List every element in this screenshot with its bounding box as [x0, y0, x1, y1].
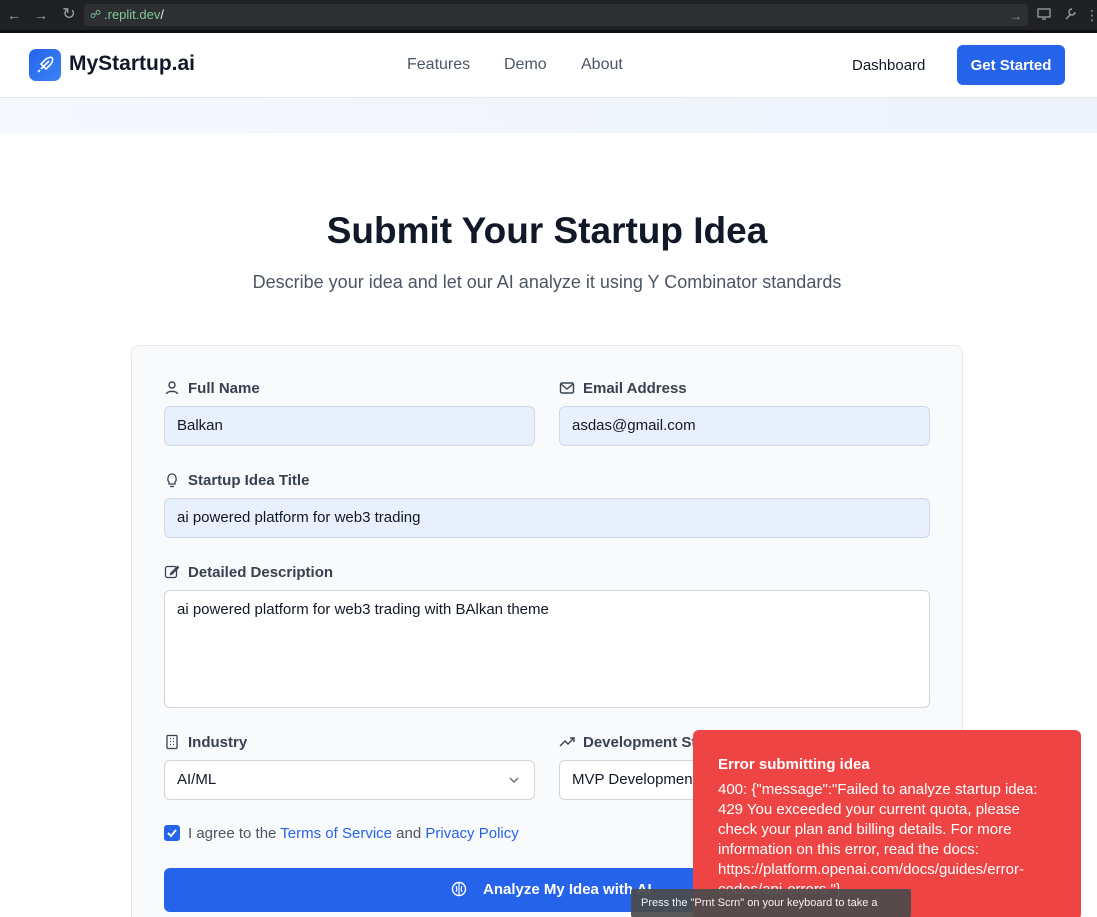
edit-icon: [164, 564, 180, 580]
nav-demo[interactable]: Demo: [504, 56, 547, 74]
page-subtitle: Describe your idea and let our AI analyz…: [252, 272, 842, 292]
description-textarea[interactable]: ai powered platform for web3 trading wit…: [164, 590, 930, 708]
get-started-button[interactable]: Get Started: [957, 45, 1065, 85]
industry-label: Industry: [188, 734, 248, 751]
privacy-link[interactable]: Privacy Policy: [425, 825, 518, 842]
site-header: MyStartup.ai Features Demo About Dashboa…: [0, 33, 1097, 98]
url-text[interactable]: .replit.dev/: [104, 7, 164, 22]
chevron-down-icon: [508, 761, 520, 814]
go-icon[interactable]: →: [1008, 8, 1024, 24]
lightbulb-icon: [164, 472, 180, 488]
reload-icon[interactable]: ↻: [61, 7, 77, 23]
industry-select[interactable]: AI/ML: [164, 760, 535, 800]
email-label: Email Address: [583, 380, 687, 397]
error-toast-message: 400: {"message":"Failed to analyze start…: [718, 781, 1038, 898]
dashboard-link[interactable]: Dashboard: [852, 57, 925, 74]
hero-band: [0, 98, 1097, 133]
trending-up-icon: [559, 734, 575, 750]
link-icon: ☍: [90, 9, 102, 21]
idea-title-label: Startup Idea Title: [188, 472, 310, 489]
terms-link[interactable]: Terms of Service: [280, 825, 392, 842]
screenshot-tooltip: Press the "Prnt Scrn" on your keyboard t…: [631, 889, 911, 917]
analyze-button-label: Analyze My Idea with AI: [483, 881, 652, 898]
page-title: Submit Your Startup Idea: [326, 210, 768, 251]
description-label: Detailed Description: [188, 564, 334, 581]
address-bar[interactable]: [84, 4, 1028, 26]
email-input[interactable]: asdas@gmail.com: [559, 406, 930, 446]
agree-text: I agree to the Terms of Service and Priv…: [188, 825, 519, 842]
nav-about[interactable]: About: [581, 56, 623, 74]
agree-checkbox[interactable]: [164, 825, 180, 841]
error-toast-title: Error submitting idea: [718, 756, 870, 773]
nav-features[interactable]: Features: [407, 56, 470, 74]
forward-icon[interactable]: →: [33, 7, 49, 23]
user-icon: [164, 380, 180, 396]
rocket-icon[interactable]: [29, 49, 61, 81]
wrench-icon[interactable]: [1062, 7, 1078, 23]
browser-toolbar: ← → ↻ ☍ .replit.dev/ → ⋮: [0, 0, 1097, 33]
stage-label: Development Sta: [583, 734, 705, 751]
brand-name[interactable]: MyStartup.ai: [69, 52, 195, 76]
monitor-icon[interactable]: [1036, 7, 1052, 23]
idea-title-input[interactable]: ai powered platform for web3 trading: [164, 498, 930, 538]
industry-value: AI/ML: [177, 771, 217, 788]
full-name-input[interactable]: Balkan: [164, 406, 535, 446]
mail-icon: [559, 380, 575, 396]
brain-icon: [451, 881, 467, 902]
back-icon[interactable]: ←: [6, 7, 22, 23]
full-name-label: Full Name: [188, 380, 260, 397]
more-icon[interactable]: ⋮: [1084, 7, 1097, 23]
stage-value: MVP Development: [572, 771, 697, 788]
building-icon: [164, 734, 180, 750]
